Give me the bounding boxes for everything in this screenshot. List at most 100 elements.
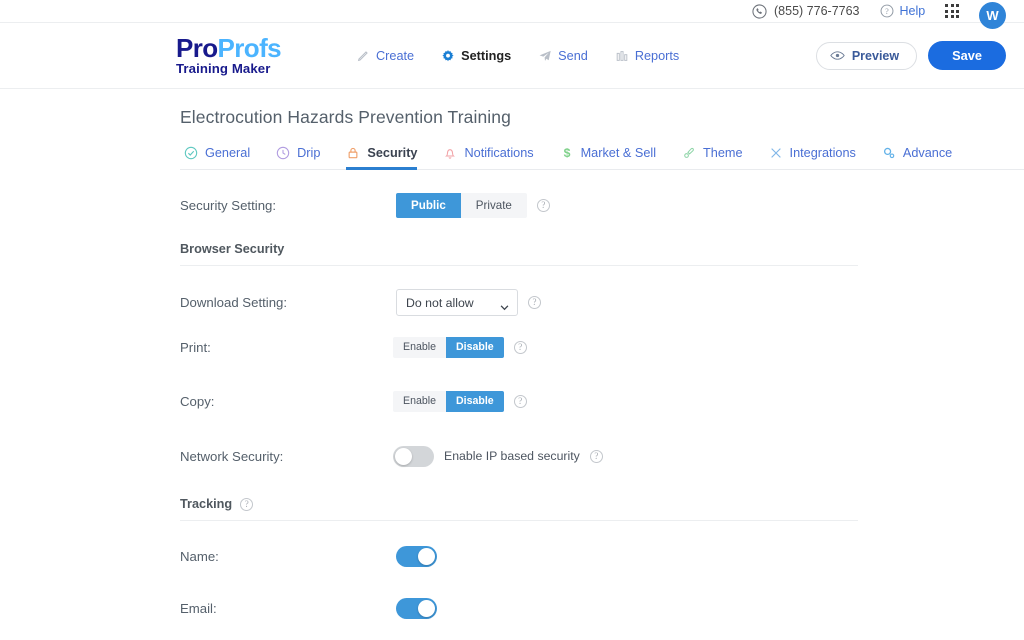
nav-item-settings-label: Settings <box>461 48 512 63</box>
nav-item-reports-label: Reports <box>634 48 680 63</box>
print-label: Print: <box>180 339 211 355</box>
eye-icon <box>830 50 845 61</box>
main-header: ProProfs Training Maker Create Settings <box>0 23 1024 89</box>
lock-icon <box>346 146 360 160</box>
nav-item-settings[interactable]: Settings <box>441 49 511 63</box>
settings-tabs: General Drip Security Notifications $ Ma… <box>180 140 1024 170</box>
tab-drip[interactable]: Drip <box>276 146 320 170</box>
nav-item-send-label: Send <box>558 48 588 63</box>
tab-theme-label: Theme <box>703 146 743 160</box>
copy-disable-button[interactable]: Disable <box>446 390 504 412</box>
tab-integrations-label: Integrations <box>789 146 856 160</box>
row-tracking-email: Email: <box>180 595 1024 621</box>
pencil-icon <box>356 49 370 63</box>
row-tracking-name: Name: <box>180 543 1024 569</box>
print-disable-button[interactable]: Disable <box>446 336 504 358</box>
save-button[interactable]: Save <box>928 41 1006 70</box>
help-icon[interactable]: ? <box>240 497 254 511</box>
nav-item-send[interactable]: Send <box>538 49 588 63</box>
tracking-email-label: Email: <box>180 600 217 616</box>
tab-market-sell-label: Market & Sell <box>580 146 657 160</box>
security-setting-public-button[interactable]: Public <box>396 192 461 218</box>
tab-notifications-label: Notifications <box>464 146 534 160</box>
header-actions: Preview Save <box>815 41 1006 70</box>
page-title: Electrocution Hazards Prevention Trainin… <box>180 107 511 127</box>
gear-icon <box>441 49 455 63</box>
network-security-toggle[interactable] <box>393 445 434 467</box>
tab-theme[interactable]: Theme <box>682 146 743 170</box>
tab-market-sell[interactable]: $ Market & Sell <box>560 146 656 170</box>
bar-chart-icon <box>615 49 629 63</box>
tab-advance-label: Advance <box>902 146 953 160</box>
section-browser-security-title: Browser Security <box>180 242 285 256</box>
preview-button-label: Preview <box>851 48 900 63</box>
phone-number-text: (855) 776-7763 <box>774 4 860 18</box>
security-setting-segmented: Public Private <box>396 192 527 218</box>
print-enable-button[interactable]: Enable <box>393 336 446 358</box>
row-security-setting: Security Setting: Public Private ? <box>180 192 1024 218</box>
help-label: Help <box>899 4 926 18</box>
print-segmented: Enable Disable <box>393 336 504 358</box>
security-setting-label: Security Setting: <box>180 197 277 213</box>
help-icon[interactable]: ? <box>528 296 541 309</box>
tracking-name-label: Name: <box>180 548 219 564</box>
row-print: Print: Enable Disable ? <box>180 334 1024 360</box>
help-icon[interactable]: ? <box>589 449 603 463</box>
primary-nav: Create Settings Send Reports <box>356 49 679 63</box>
cross-tools-icon <box>769 146 783 160</box>
bell-icon <box>443 146 457 160</box>
tab-integrations[interactable]: Integrations <box>769 146 856 170</box>
row-copy: Copy: Enable Disable ? <box>180 388 1024 414</box>
brand-name-part2: Profs <box>217 33 282 64</box>
download-setting-label: Download Setting: <box>180 295 288 310</box>
top-utility-bar: (855) 776-7763 ? Help W <box>0 0 1024 29</box>
tab-drip-label: Drip <box>297 146 321 160</box>
phone-circle-icon <box>752 3 767 19</box>
tab-general-label: General <box>205 146 251 160</box>
row-download-setting: Download Setting: Do not allow Allow ? <box>180 289 1024 316</box>
network-security-label: Network Security: <box>180 448 284 464</box>
copy-segmented: Enable Disable <box>393 390 504 412</box>
nav-item-reports[interactable]: Reports <box>615 49 679 63</box>
tab-security-label: Security <box>367 146 418 160</box>
network-security-toggle-text: Enable IP based security <box>444 449 580 463</box>
section-tracking-title: Tracking <box>180 497 233 511</box>
svg-text:?: ? <box>885 7 889 16</box>
check-circle-icon <box>184 146 198 160</box>
tab-security[interactable]: Security <box>346 146 418 170</box>
preview-button[interactable]: Preview <box>815 41 918 70</box>
dollar-icon: $ <box>560 146 574 160</box>
svg-text:$: $ <box>563 146 570 160</box>
security-setting-private-button[interactable]: Private <box>460 192 527 218</box>
download-setting-select[interactable]: Do not allow Allow <box>396 289 518 316</box>
send-icon <box>538 49 552 63</box>
help-icon[interactable]: ? <box>513 340 527 354</box>
avatar-initial: W <box>986 7 999 23</box>
title-area: Electrocution Hazards Prevention Trainin… <box>0 89 1024 170</box>
tab-advance[interactable]: Advance <box>882 146 952 170</box>
section-browser-security: Browser Security <box>180 242 858 266</box>
section-tracking: Tracking ? <box>180 497 858 521</box>
download-setting-select-wrap: Do not allow Allow <box>396 289 518 316</box>
tab-notifications[interactable]: Notifications <box>443 146 534 170</box>
brand-name-part1: Pro <box>176 33 218 64</box>
brand-logo[interactable]: ProProfs Training Maker <box>176 33 282 77</box>
nav-item-create-label: Create <box>376 48 415 63</box>
gears-icon <box>882 146 896 160</box>
nav-item-create[interactable]: Create <box>356 49 414 63</box>
help-link[interactable]: ? Help <box>880 4 926 18</box>
clock-icon <box>276 146 290 160</box>
paintbrush-icon <box>682 146 696 160</box>
apps-grid-icon[interactable] <box>945 4 959 18</box>
row-network-security: Network Security: Enable IP based securi… <box>180 443 1024 469</box>
tracking-name-toggle[interactable] <box>396 545 437 567</box>
brand-tagline: Training Maker <box>176 61 271 77</box>
phone-number: (855) 776-7763 <box>752 3 860 19</box>
brand-name: ProProfs <box>176 33 282 64</box>
copy-enable-button[interactable]: Enable <box>393 390 446 412</box>
tab-general[interactable]: General <box>184 146 250 170</box>
copy-label: Copy: <box>180 393 215 409</box>
tracking-email-toggle[interactable] <box>396 597 437 619</box>
help-icon[interactable]: ? <box>513 394 527 408</box>
help-icon[interactable]: ? <box>536 198 550 212</box>
